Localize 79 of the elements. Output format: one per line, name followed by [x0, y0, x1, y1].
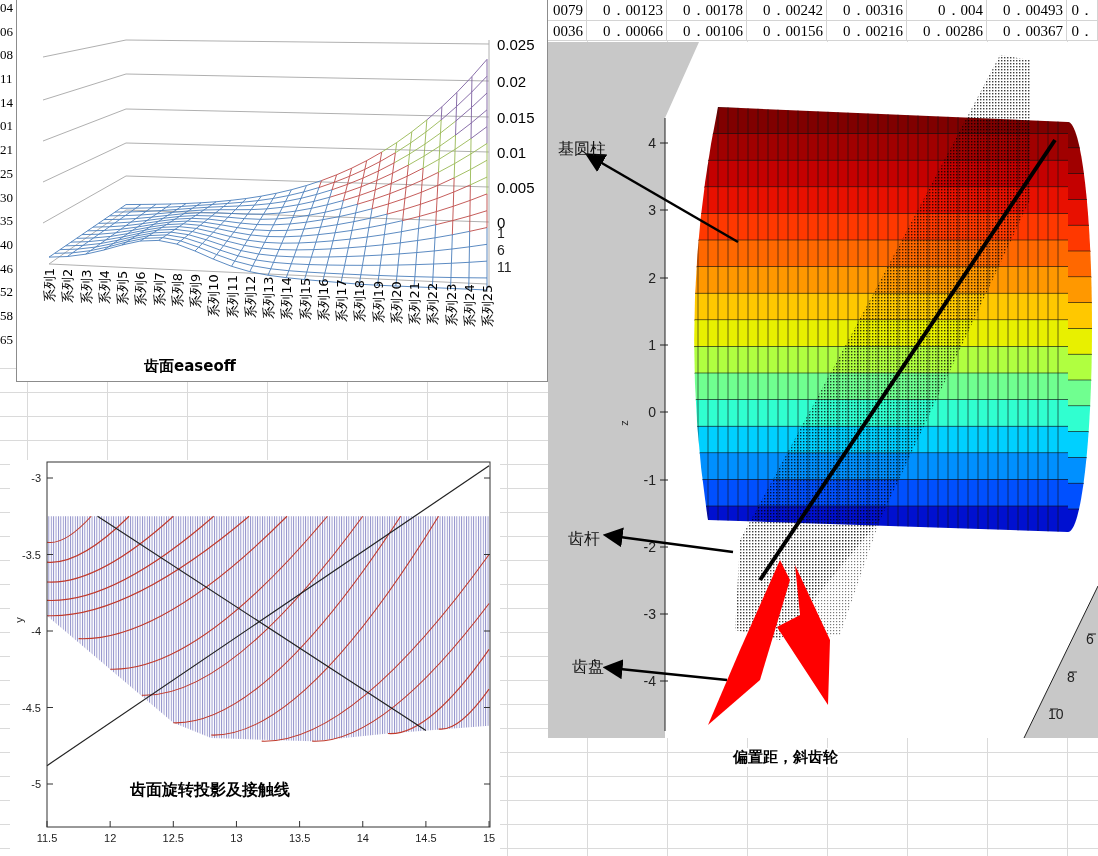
axis-category-label: 系列25	[480, 284, 495, 328]
annotation-label: 基圆柱	[558, 139, 606, 158]
axis-tick-label: 0.02	[497, 73, 527, 90]
axis-category-label: 系列12	[242, 275, 258, 319]
axis-tick-label: 0.01	[497, 144, 527, 161]
axis-tick-label: -3.5	[22, 548, 41, 561]
axis-tick-label: 0.025	[497, 36, 535, 53]
table-cell: 0．00178	[667, 0, 747, 21]
axis-tick-label: 12	[104, 832, 117, 844]
axis-category-label: 系列18	[352, 279, 368, 323]
axis-category-label: 系列10	[206, 274, 222, 317]
axis-tick-label: 11	[497, 259, 512, 275]
axis-tick-label: 15	[482, 832, 496, 844]
axis-tick-label: 14.5	[415, 832, 437, 844]
axis-tick-label: 13	[230, 832, 243, 844]
axis-label: z	[618, 420, 630, 426]
table-cell: 0．00066	[587, 20, 667, 41]
axis-category-label: 系列16	[315, 278, 331, 322]
axis-category-label: 系列23	[443, 283, 459, 326]
axis-tick-label: 3	[648, 202, 656, 218]
table-cell: 0．00493	[987, 0, 1067, 21]
axis-tick-label: 0.005	[497, 179, 535, 196]
table-cell: 0．00123	[587, 0, 667, 21]
axis-category-label: 系列6	[133, 271, 149, 306]
axis-tick-label: 4	[648, 135, 656, 151]
table-cell: 0．004	[907, 0, 987, 21]
axis-tick-label: -4	[31, 625, 41, 637]
axis-tick-label: 1	[648, 337, 656, 353]
axis-category-label: 系列4	[96, 270, 112, 305]
table-cell: 0．00156	[747, 20, 827, 41]
table-cell: 0．00242	[747, 0, 827, 21]
axis-tick-label: 0	[648, 404, 656, 420]
axis-tick-label: 6	[1086, 631, 1094, 647]
axis-tick-label: 11.5	[36, 832, 58, 844]
axis-category-label: 系列1	[42, 268, 57, 303]
axis-tick-label: -3	[31, 472, 41, 484]
axis-category-label: 系列2	[60, 268, 76, 303]
axis-category-label: 系列3	[78, 269, 94, 304]
table-cell: 0．00286	[907, 20, 987, 41]
axis-tick-label: -2	[643, 539, 656, 555]
axis-tick-label: -5	[31, 778, 41, 790]
axis-tick-label: 13.5	[288, 832, 311, 844]
axis-category-label: 系列20	[388, 281, 404, 324]
axis-tick-label: 2	[648, 270, 656, 286]
axis-category-label: 系列7	[151, 272, 167, 307]
axis-tick-label: 14	[356, 832, 369, 844]
axis-category-label: 系列22	[425, 282, 441, 326]
axis-category-label: 系列11	[224, 275, 240, 318]
axis-category-label: 系列8	[169, 272, 185, 308]
chart-title: 齿面旋转投影及接触线	[130, 780, 290, 799]
axis-tick-label: 0.015	[497, 109, 535, 126]
axis-category-label: 系列15	[297, 277, 313, 321]
axis-tick-label: 10	[1048, 706, 1064, 722]
axis-category-label: 系列17	[334, 279, 349, 322]
axis-tick-label: -1	[643, 472, 656, 488]
axis-tick-label: 8	[1067, 669, 1075, 685]
axis-tick-label: -3	[643, 606, 656, 622]
table-cell: 0．00367	[987, 20, 1067, 41]
table-cell: 0．00106	[667, 20, 747, 41]
axis-category-label: 系列9	[188, 273, 203, 308]
axis-category-label: 系列14	[279, 277, 295, 320]
axis-category-label: 系列5	[115, 270, 130, 306]
chart-title: 齿面easeoff	[144, 357, 236, 375]
axis-tick-label: -4.5	[22, 701, 41, 714]
table-cell: 0．00316	[827, 0, 907, 21]
table-cell: 0．00216	[827, 20, 907, 41]
axis-category-label: 系列24	[461, 284, 477, 327]
axis-tick-label: 6	[497, 242, 505, 258]
axis-tick-label: 12.5	[162, 832, 184, 844]
axis-tick-label: -4	[643, 673, 656, 689]
axis-category-label: 系列21	[407, 282, 422, 325]
annotation-label: 齿盘	[572, 657, 604, 676]
axis-category-label: 系列13	[261, 276, 276, 319]
table-cell: 0．	[1067, 20, 1098, 41]
annotation-label: 齿杆	[568, 529, 600, 548]
axis-category-label: 系列19	[370, 280, 386, 324]
table-cell: 0．	[1067, 0, 1098, 21]
chart-caption: 偏置距，斜齿轮	[733, 748, 838, 767]
axis-label: y	[13, 617, 25, 623]
